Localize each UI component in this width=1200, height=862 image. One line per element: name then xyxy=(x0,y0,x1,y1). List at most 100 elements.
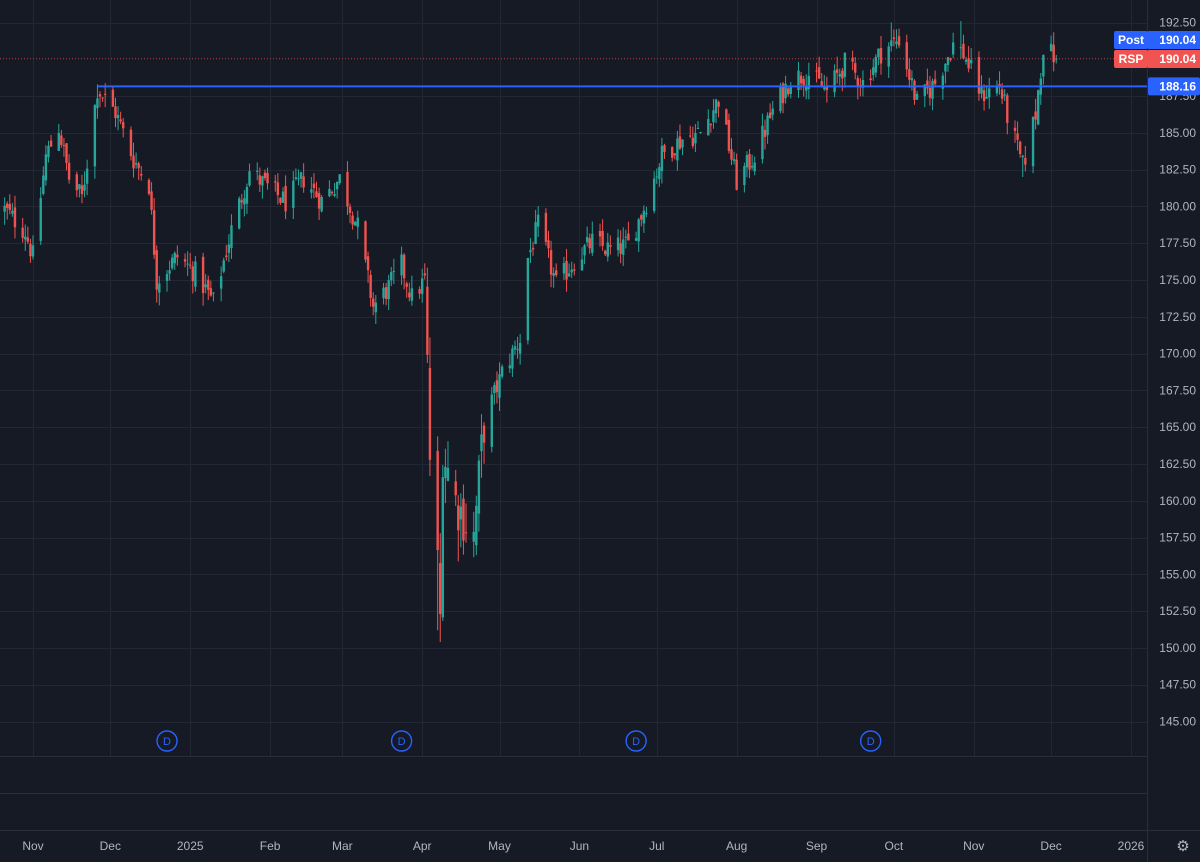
candle-body xyxy=(338,174,341,184)
candle-body xyxy=(513,346,517,350)
candle-body xyxy=(29,243,32,257)
candle-body xyxy=(129,129,133,157)
candle-body xyxy=(771,108,774,115)
candle-body xyxy=(410,288,414,301)
candle-body xyxy=(57,132,60,151)
candle-body xyxy=(967,58,970,69)
candle-body xyxy=(317,193,321,209)
candle-body xyxy=(931,80,934,99)
candle-body xyxy=(1018,141,1022,154)
candle-body xyxy=(420,278,424,294)
candle-body xyxy=(951,42,955,55)
candle-body xyxy=(763,129,767,137)
candle-body xyxy=(897,36,901,46)
price-tick-label: 157.50 xyxy=(1159,531,1196,545)
candle-body xyxy=(637,219,640,242)
candle-body xyxy=(753,162,756,172)
candle-body xyxy=(640,215,643,220)
candle-body xyxy=(147,179,151,194)
candle-body xyxy=(219,276,223,289)
candle-body xyxy=(1024,157,1027,165)
candle-body xyxy=(65,143,68,163)
candle-body xyxy=(843,52,847,77)
candle-body xyxy=(11,210,14,214)
candle-body xyxy=(346,171,349,207)
candle-body xyxy=(841,70,844,79)
candle-body xyxy=(709,124,713,126)
candle-body xyxy=(454,481,457,496)
candle-body xyxy=(333,194,336,196)
candle-body xyxy=(833,70,836,93)
candle-body xyxy=(725,109,728,125)
candle-body xyxy=(439,563,442,614)
candle-body xyxy=(459,506,463,520)
time-tick-label: Mar xyxy=(332,839,353,853)
candle-body xyxy=(699,132,702,134)
candle-body xyxy=(913,80,916,100)
candle-body xyxy=(134,163,138,165)
candle-body xyxy=(374,302,378,313)
candle-body xyxy=(207,279,210,290)
candle-body xyxy=(83,184,86,191)
candle-body xyxy=(531,247,535,250)
candle-body xyxy=(428,367,432,460)
price-tick-label: 177.50 xyxy=(1159,236,1196,250)
candle-body xyxy=(114,106,117,119)
candle xyxy=(147,178,151,196)
candle-body xyxy=(330,191,334,194)
candle-body xyxy=(779,86,782,112)
candle-body xyxy=(490,394,493,447)
candle-body xyxy=(482,425,486,443)
candle-body xyxy=(673,153,676,156)
price-tick-label: 182.50 xyxy=(1159,163,1196,177)
candle-body xyxy=(21,227,24,238)
candle-body xyxy=(13,207,17,228)
candle-body xyxy=(928,87,932,98)
candle-body xyxy=(240,200,243,203)
candle-body xyxy=(111,89,115,107)
candle-body xyxy=(518,342,522,354)
candle-body xyxy=(356,217,359,227)
hline-tag-value: 188.16 xyxy=(1159,79,1196,93)
candle-body xyxy=(464,532,468,534)
candle-body xyxy=(183,259,187,262)
candle-body xyxy=(663,145,666,153)
candle-body xyxy=(405,283,408,287)
candle-body xyxy=(658,167,661,180)
candle-body xyxy=(645,213,648,215)
price-tag-post: Post 190.04 xyxy=(1114,31,1200,49)
candle-body xyxy=(132,155,135,169)
candle-body xyxy=(387,280,390,300)
candle-body xyxy=(696,127,700,129)
candle-body xyxy=(549,250,553,275)
candle-body xyxy=(743,166,746,186)
candle-body xyxy=(681,139,684,148)
candle-body xyxy=(1016,133,1019,140)
candle xyxy=(544,208,548,246)
time-tick-label: Feb xyxy=(260,839,281,853)
candle-body xyxy=(294,177,298,179)
price-tag-value: 190.04 xyxy=(1159,33,1196,47)
time-tick-label: Apr xyxy=(413,839,432,853)
candle-body xyxy=(591,233,594,253)
candle-body xyxy=(732,158,736,161)
candle-body xyxy=(6,203,9,208)
time-tick-label: Jul xyxy=(649,839,664,853)
candle-body xyxy=(462,498,465,541)
candle-body xyxy=(299,172,303,179)
time-axis[interactable]: Nov Dec 2025 Feb Mar Apr May Jun Jul Aug Sep Oct Nov… xyxy=(22,839,1144,853)
candle-body xyxy=(266,172,269,184)
candle-body xyxy=(230,225,233,249)
candle-body xyxy=(1037,90,1040,125)
candle-body xyxy=(856,78,859,87)
price-tick-label: 152.50 xyxy=(1159,604,1196,618)
candle-body xyxy=(944,63,947,72)
price-chart[interactable]: DDDD 192.50187.50185.00182.50180.00177.5… xyxy=(0,0,1200,862)
candle-body xyxy=(436,450,439,551)
candle-body xyxy=(982,90,986,102)
candle-body xyxy=(96,98,99,109)
candle-body xyxy=(364,221,367,260)
gear-icon[interactable]: ⚙ xyxy=(1174,838,1192,856)
candle-body xyxy=(508,365,512,369)
candle-body xyxy=(799,75,803,84)
